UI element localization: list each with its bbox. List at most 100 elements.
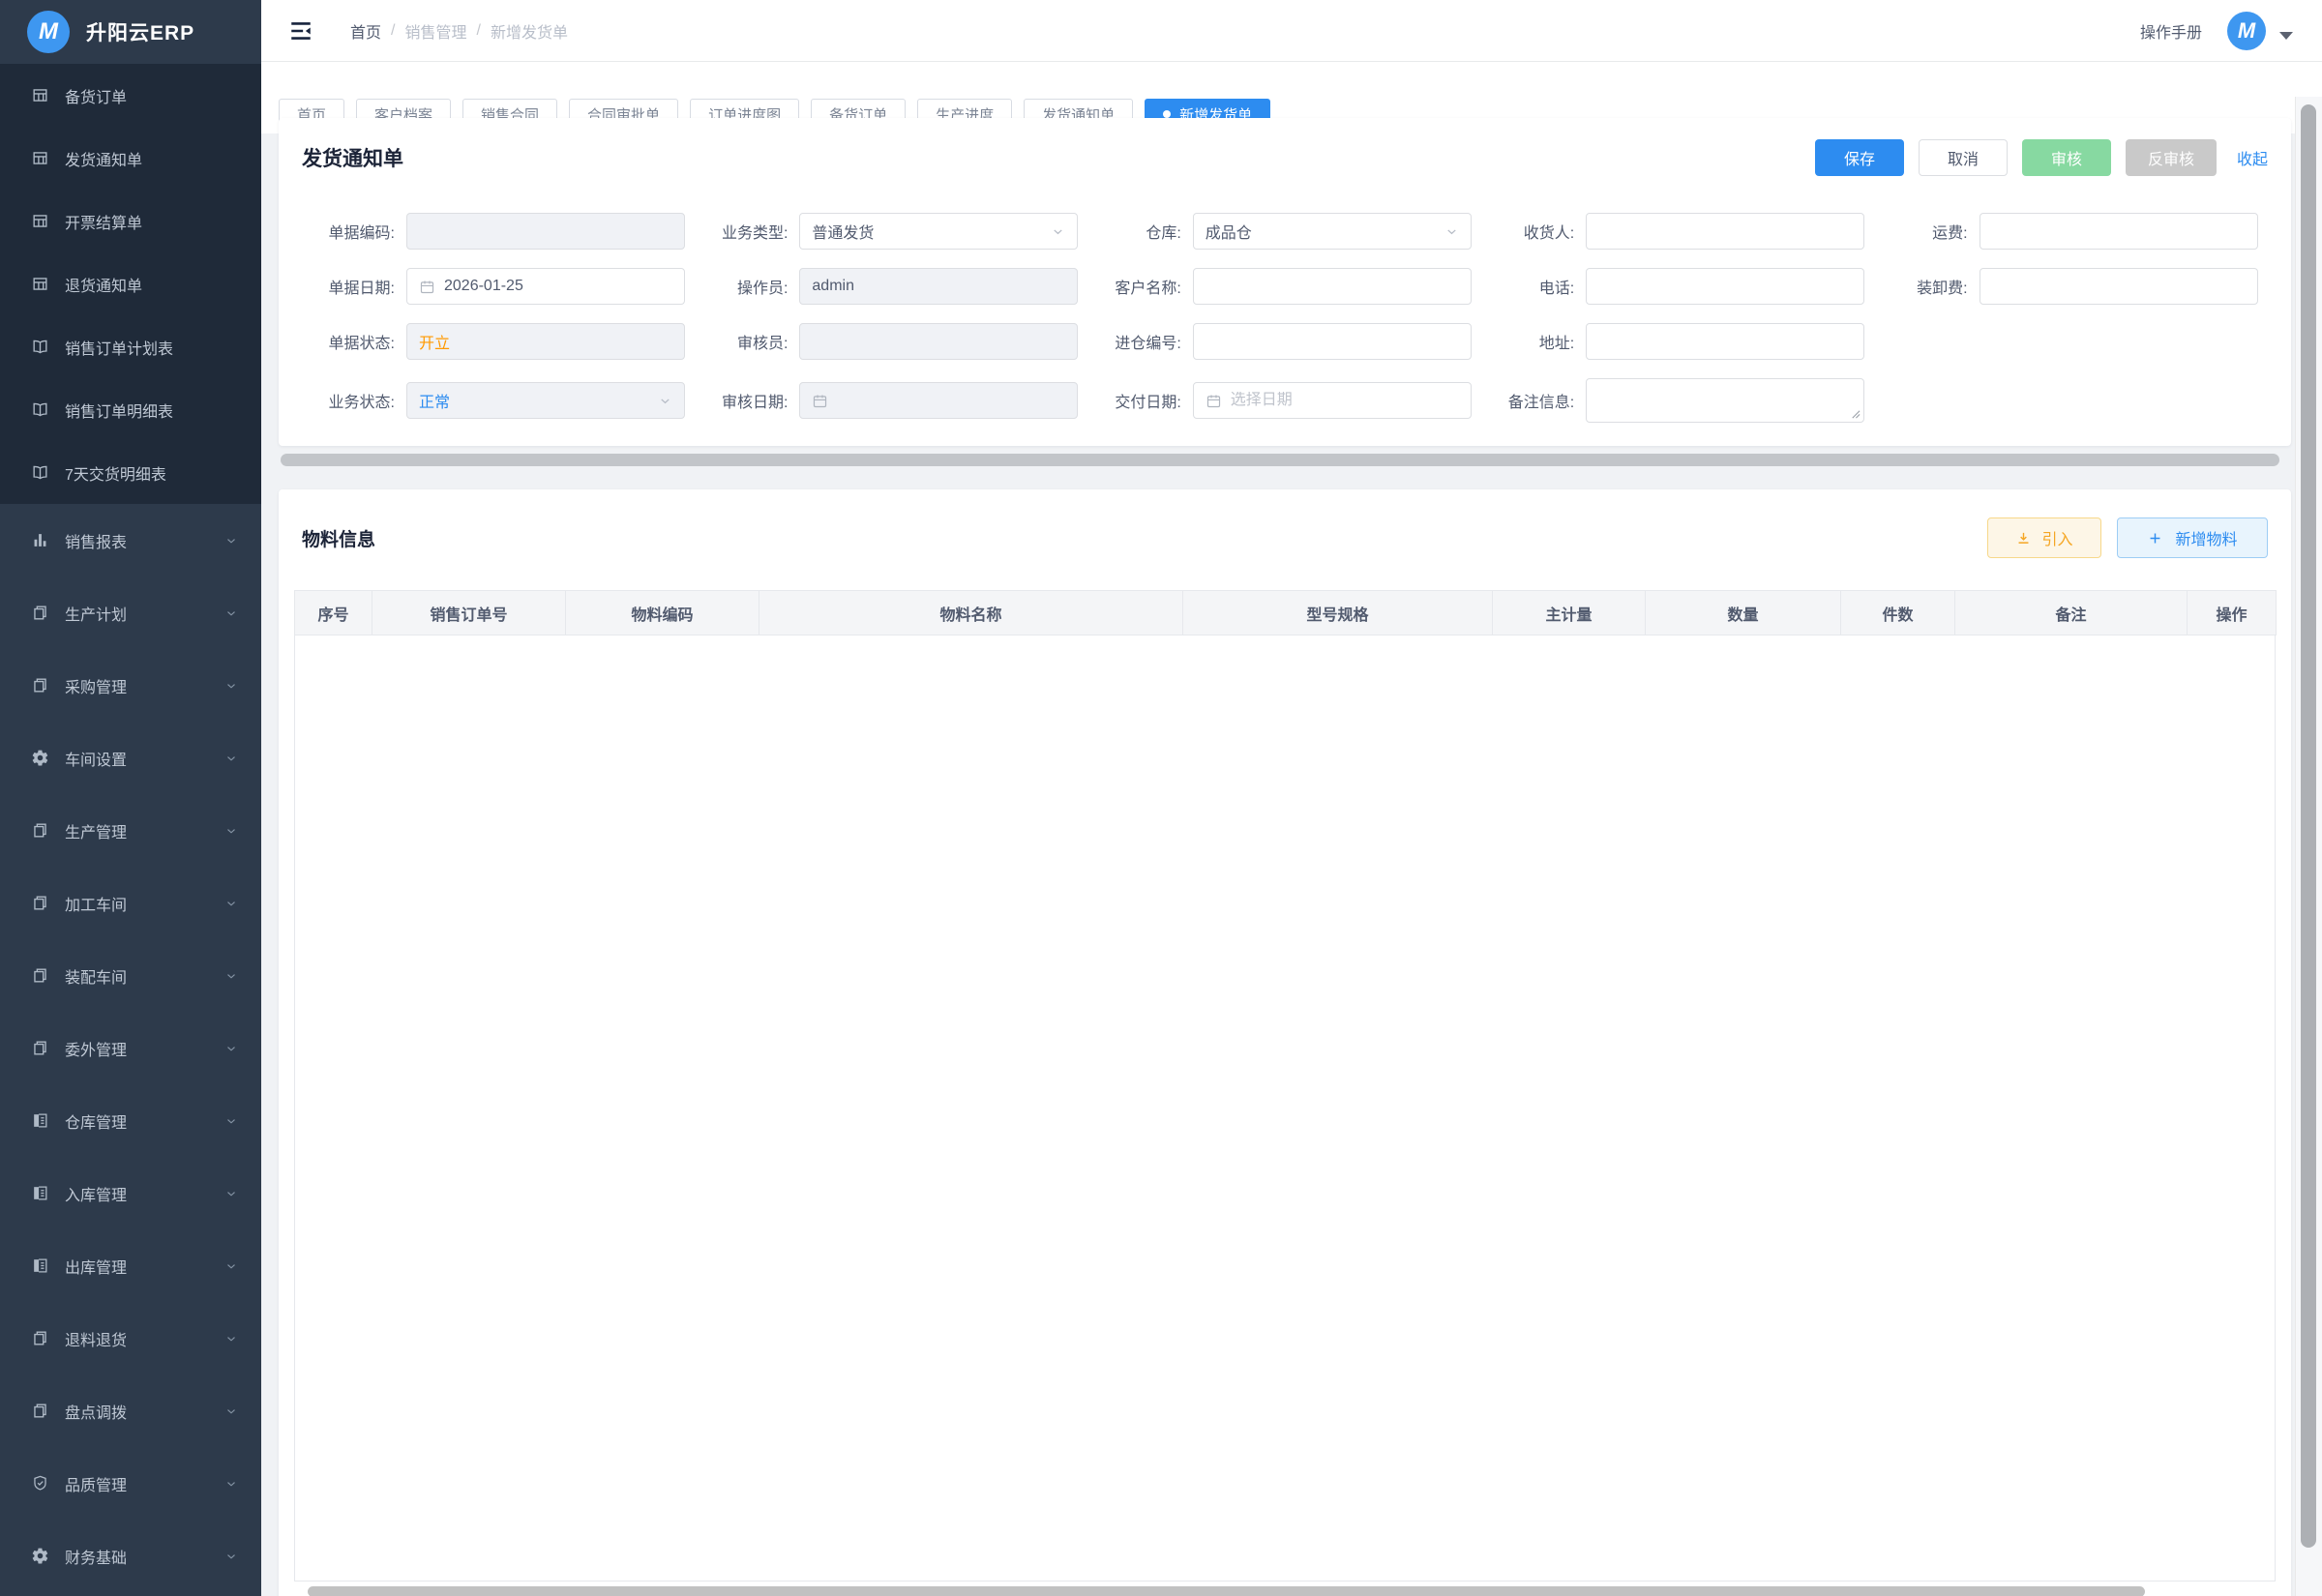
consignee-input[interactable] xyxy=(1598,222,1852,240)
sidebar-item-sales-order-detail-report[interactable]: 销售订单明细表 xyxy=(0,378,261,441)
sidebar-item-outbound-mgmt[interactable]: 出库管理 xyxy=(0,1229,261,1302)
sidebar-item-invoice-settlements[interactable]: 开票结算单 xyxy=(0,190,261,252)
field-operator: 操作员: xyxy=(695,268,1087,305)
content: 发货通知单 保存 取消 审核 反审核 收起 单据编码: xyxy=(261,118,2322,1596)
material-table: 序号 销售订单号 物料编码 物料名称 型号规格 主计量 数量 件数 备注 操作 xyxy=(294,590,2277,635)
resize-grip-icon[interactable] xyxy=(1850,408,1861,419)
cancel-button[interactable]: 取消 xyxy=(1919,139,2008,176)
copy-icon xyxy=(31,604,49,622)
sidebar-item-assembly-workshop[interactable]: 装配车间 xyxy=(0,939,261,1012)
sidebar-item-production-mgmt[interactable]: 生产管理 xyxy=(0,794,261,867)
col-model-spec: 型号规格 xyxy=(1183,591,1493,635)
material-panel-header: 物料信息 引入 新增物料 xyxy=(294,517,2276,559)
copy-icon xyxy=(31,966,49,985)
chevron-down-icon xyxy=(224,824,238,838)
calendar-icon xyxy=(419,279,435,295)
address-input[interactable] xyxy=(1598,333,1852,350)
sidebar-item-outsourcing-mgmt[interactable]: 委外管理 xyxy=(0,1012,261,1084)
field-delivery-date: 交付日期: xyxy=(1088,378,1481,423)
journal-icon xyxy=(31,1184,49,1202)
add-material-button[interactable]: 新增物料 xyxy=(2117,517,2268,558)
collapse-link[interactable]: 收起 xyxy=(2237,146,2268,169)
scrollbar-thumb[interactable] xyxy=(308,1586,2145,1596)
bill-code-input xyxy=(419,222,672,240)
customer-name-field[interactable] xyxy=(1193,268,1472,305)
field-freight: 运费: xyxy=(1875,213,2268,250)
chevron-down-icon xyxy=(224,1042,238,1055)
warehouse-select[interactable]: 成品仓 xyxy=(1193,213,1472,250)
customer-name-input[interactable] xyxy=(1206,278,1459,295)
breadcrumb-home[interactable]: 首页 xyxy=(350,19,381,43)
sidebar-item-quality-mgmt[interactable]: 品质管理 xyxy=(0,1447,261,1520)
audit-button[interactable]: 审核 xyxy=(2022,139,2111,176)
sidebar-expanded-group: 备货订单 发货通知单 开票结算单 退货通知单 销售订单计划表 销售订单明细表 xyxy=(0,64,261,504)
sidebar-item-inbound-mgmt[interactable]: 入库管理 xyxy=(0,1157,261,1229)
user-avatar[interactable]: M xyxy=(2227,12,2266,50)
breadcrumb-separator: / xyxy=(391,22,395,40)
scrollbar-thumb[interactable] xyxy=(281,454,2279,466)
app-logo: M xyxy=(27,11,70,53)
open-book-icon xyxy=(31,463,49,482)
field-bill-status: 单据状态: 开立 xyxy=(302,323,695,360)
sidebar-item-delivery-notices[interactable]: 发货通知单 xyxy=(0,127,261,190)
sidebar-item-return-notices[interactable]: 退货通知单 xyxy=(0,252,261,315)
field-customer-name: 客户名称: xyxy=(1088,268,1481,305)
chevron-down-icon xyxy=(658,394,672,408)
sidebar-item-processing-workshop[interactable]: 加工车间 xyxy=(0,867,261,939)
breadcrumb-current: 新增发货单 xyxy=(491,19,568,43)
unaudit-button[interactable]: 反审核 xyxy=(2126,139,2217,176)
chevron-down-icon xyxy=(224,606,238,620)
open-book-icon xyxy=(31,400,49,419)
delivery-date-picker[interactable] xyxy=(1193,382,1472,419)
warehouse-entry-no-field[interactable] xyxy=(1193,323,1472,360)
business-type-select[interactable]: 普通发货 xyxy=(799,213,1078,250)
sidebar-item-workshop-settings[interactable]: 车间设置 xyxy=(0,722,261,794)
menu-fold-icon[interactable] xyxy=(288,18,313,44)
caret-down-icon[interactable] xyxy=(2279,32,2293,40)
sidebar-menu: 销售报表 生产计划 采购管理 车间设置 生产管理 xyxy=(0,504,261,1592)
sidebar-item-sales-reports[interactable]: 销售报表 xyxy=(0,504,261,576)
freight-input[interactable] xyxy=(1992,222,2246,240)
handling-fee-field[interactable] xyxy=(1980,268,2258,305)
scrollbar-thumb[interactable] xyxy=(2301,104,2316,1548)
phone-field[interactable] xyxy=(1586,268,1864,305)
sidebar-item-stocktake-transfer[interactable]: 盘点调拨 xyxy=(0,1374,261,1447)
import-button[interactable]: 引入 xyxy=(1987,517,2101,558)
field-auditor: 审核员: xyxy=(695,323,1087,360)
remark-textarea[interactable] xyxy=(1586,378,1864,423)
sidebar-item-finance-basics[interactable]: 财务基础 xyxy=(0,1520,261,1592)
phone-input[interactable] xyxy=(1598,278,1852,295)
brand-header: M 升阳云ERP xyxy=(0,0,261,64)
table-grid-icon xyxy=(31,149,49,167)
col-material-code: 物料编码 xyxy=(566,591,759,635)
sidebar-item-7day-delivery-report[interactable]: 7天交货明细表 xyxy=(0,441,261,504)
chevron-down-icon xyxy=(224,679,238,693)
manual-link[interactable]: 操作手册 xyxy=(2140,19,2202,43)
form-row-1: 单据编码: 业务类型: 普通发货 仓库: xyxy=(302,213,2268,250)
journal-icon xyxy=(31,1256,49,1275)
col-seq: 序号 xyxy=(295,591,372,635)
chevron-down-icon xyxy=(224,897,238,910)
form-row-3: 单据状态: 开立 审核员: 进仓编号: xyxy=(302,323,2268,360)
consignee-field[interactable] xyxy=(1586,213,1864,250)
remark-input[interactable] xyxy=(1598,385,1852,422)
sidebar-item-production-plan[interactable]: 生产计划 xyxy=(0,576,261,649)
sidebar-item-warehouse-mgmt[interactable]: 仓库管理 xyxy=(0,1084,261,1157)
topbar-right: 操作手册 M xyxy=(2140,12,2293,50)
freight-field[interactable] xyxy=(1980,213,2258,250)
warehouse-entry-no-input[interactable] xyxy=(1206,333,1459,350)
sidebar-item-purchase-mgmt[interactable]: 采购管理 xyxy=(0,649,261,722)
breadcrumb-separator: / xyxy=(476,22,480,40)
handling-fee-input[interactable] xyxy=(1992,278,2246,295)
business-status-select[interactable]: 正常 xyxy=(406,382,685,419)
save-button[interactable]: 保存 xyxy=(1815,139,1904,176)
sidebar-item-sales-order-plan-report[interactable]: 销售订单计划表 xyxy=(0,315,261,378)
sidebar-item-stock-orders[interactable]: 备货订单 xyxy=(0,64,261,127)
delivery-date-input[interactable] xyxy=(1231,392,1459,409)
field-warehouse-entry-no: 进仓编号: xyxy=(1088,323,1481,360)
sidebar-item-material-returns[interactable]: 退料退货 xyxy=(0,1302,261,1374)
bill-date-picker[interactable]: 2026-01-25 xyxy=(406,268,685,305)
address-field[interactable] xyxy=(1586,323,1864,360)
field-bill-code: 单据编码: xyxy=(302,213,695,250)
calendar-icon xyxy=(812,393,828,409)
